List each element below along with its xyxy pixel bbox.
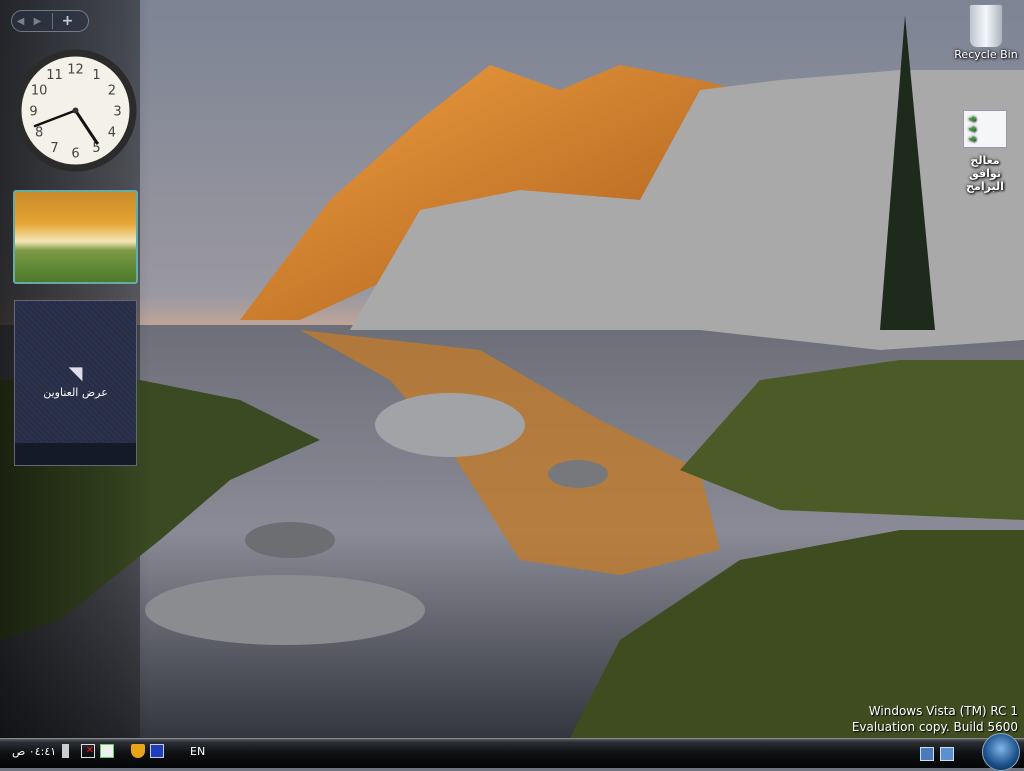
rss-icon: ◥ xyxy=(68,363,83,384)
network-disconnected-icon[interactable]: ✕ xyxy=(81,744,95,758)
evaluation-watermark: Windows Vista (TM) RC 1 Evaluation copy.… xyxy=(852,703,1018,735)
taskbar-clock[interactable]: ٠٤:٤١ ص xyxy=(12,745,56,758)
clock-number: 3 xyxy=(113,105,121,120)
security-center-icon[interactable] xyxy=(131,744,145,758)
quick-launch xyxy=(920,747,954,761)
clock-number: 4 xyxy=(108,126,116,141)
previous-page-button[interactable]: ◀ xyxy=(12,16,29,27)
clock-number: 12 xyxy=(67,63,84,78)
compatibility-wizard-label: معالج توافق البرامج xyxy=(966,154,1004,193)
clock-number: 10 xyxy=(31,84,48,99)
clock-number: 11 xyxy=(46,68,63,83)
start-button[interactable] xyxy=(982,733,1020,771)
clock-number: 7 xyxy=(50,141,58,156)
feed-headlines-label: عرض العناوين xyxy=(43,386,108,399)
language-indicator[interactable]: EN xyxy=(190,745,205,758)
desktop-wallpaper xyxy=(0,0,1024,738)
add-gadget-button[interactable]: + xyxy=(52,13,82,29)
switch-windows-icon[interactable] xyxy=(920,747,934,761)
clock-number: 9 xyxy=(29,105,37,120)
taskbar: ٠٤:٤١ ص ✕ EN xyxy=(0,733,1024,771)
clock-number: 8 xyxy=(35,126,43,141)
clock-number: 1 xyxy=(92,68,100,83)
recycle-bin-icon xyxy=(969,4,1003,48)
watermark-line-2: Evaluation copy. Build 5600 xyxy=(851,720,1018,734)
slideshow-gadget[interactable] xyxy=(13,190,138,284)
feed-footer xyxy=(15,443,136,465)
next-page-button[interactable]: ▶ xyxy=(29,16,46,27)
recycle-bin-label: Recycle Bin xyxy=(954,48,1018,61)
recycle-bin-desktop-icon[interactable]: Recycle Bin xyxy=(950,4,1022,61)
program-compatibility-wizard-desktop-icon[interactable]: ➜ ➜ ➜ معالج توافق البرامج xyxy=(945,110,1024,193)
sidebar-gadget-nav: ◀ ▶ + xyxy=(11,10,89,32)
clock-number: 2 xyxy=(108,84,116,99)
volume-icon[interactable] xyxy=(62,744,76,758)
power-icon[interactable] xyxy=(100,744,114,758)
watermark-line-1: Windows Vista (TM) RC 1 xyxy=(868,704,1018,718)
display-icon[interactable] xyxy=(150,744,164,758)
system-tray: ✕ xyxy=(62,744,164,758)
clock-gadget[interactable]: 12 1234567891011 xyxy=(13,48,138,173)
feed-headlines-gadget[interactable]: ◥ عرض العناوين xyxy=(14,300,137,466)
show-desktop-icon[interactable] xyxy=(940,747,954,761)
compatibility-wizard-icon: ➜ ➜ ➜ xyxy=(963,110,1007,148)
clock-number: 6 xyxy=(71,147,79,162)
